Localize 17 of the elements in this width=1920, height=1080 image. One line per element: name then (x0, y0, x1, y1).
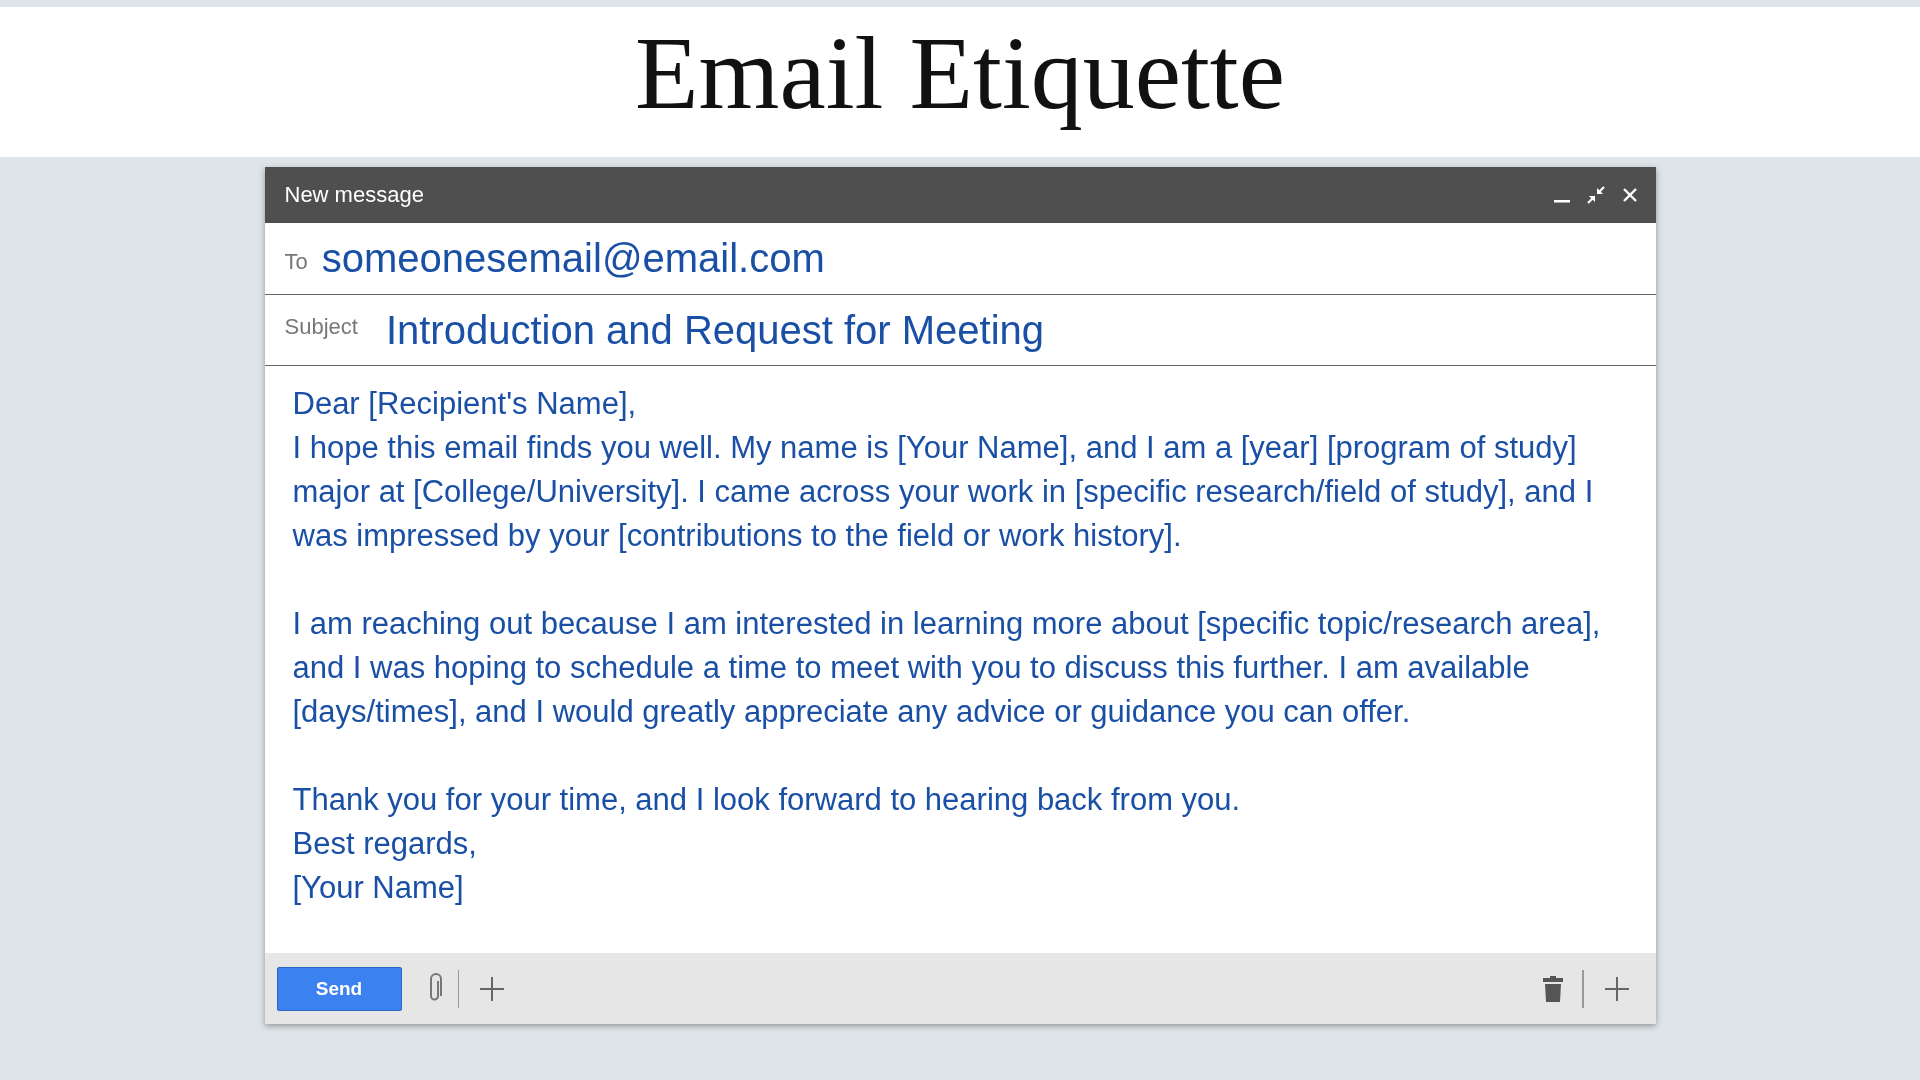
message-text: [Your Name] (292, 869, 465, 907)
window-title: New message (284, 182, 425, 208)
message-text: Best regards, (292, 825, 478, 863)
message-text: Dear [Recipient's Name], (292, 385, 638, 423)
message-text: I am reaching out because I am interested in learning more about [specific topic/research area], and I was hoping to schedule a time to meet with you to discuss this further. I am available [days/times], and I would greatly appreciate any advice or guidance you can offer. (292, 605, 1602, 731)
subject-field[interactable]: Introduction and Request for Meeting (385, 307, 1045, 353)
subject-label: Subject (284, 314, 358, 340)
send-button[interactable]: Send (276, 966, 402, 1011)
collapse-icon[interactable] (1585, 185, 1606, 205)
plus-icon[interactable] (479, 975, 505, 1002)
message-text: Thank you for your time, and I look forward to hearing back from you. (292, 781, 1242, 819)
message-text: I hope this email finds you well. My name is [Your Name], and I am a [year] [program of study] major at [College/University]. I came across your work in [specific research/field of study], and I was impressed by your [contributions to the field or work history]. (292, 429, 1595, 555)
to-label: To (284, 248, 308, 275)
to-field[interactable]: someonesemail@email.com (321, 236, 825, 281)
trash-icon[interactable] (1542, 974, 1564, 1003)
plus-icon[interactable] (1603, 975, 1630, 1002)
page-title: Email Etiquette (635, 13, 1285, 132)
